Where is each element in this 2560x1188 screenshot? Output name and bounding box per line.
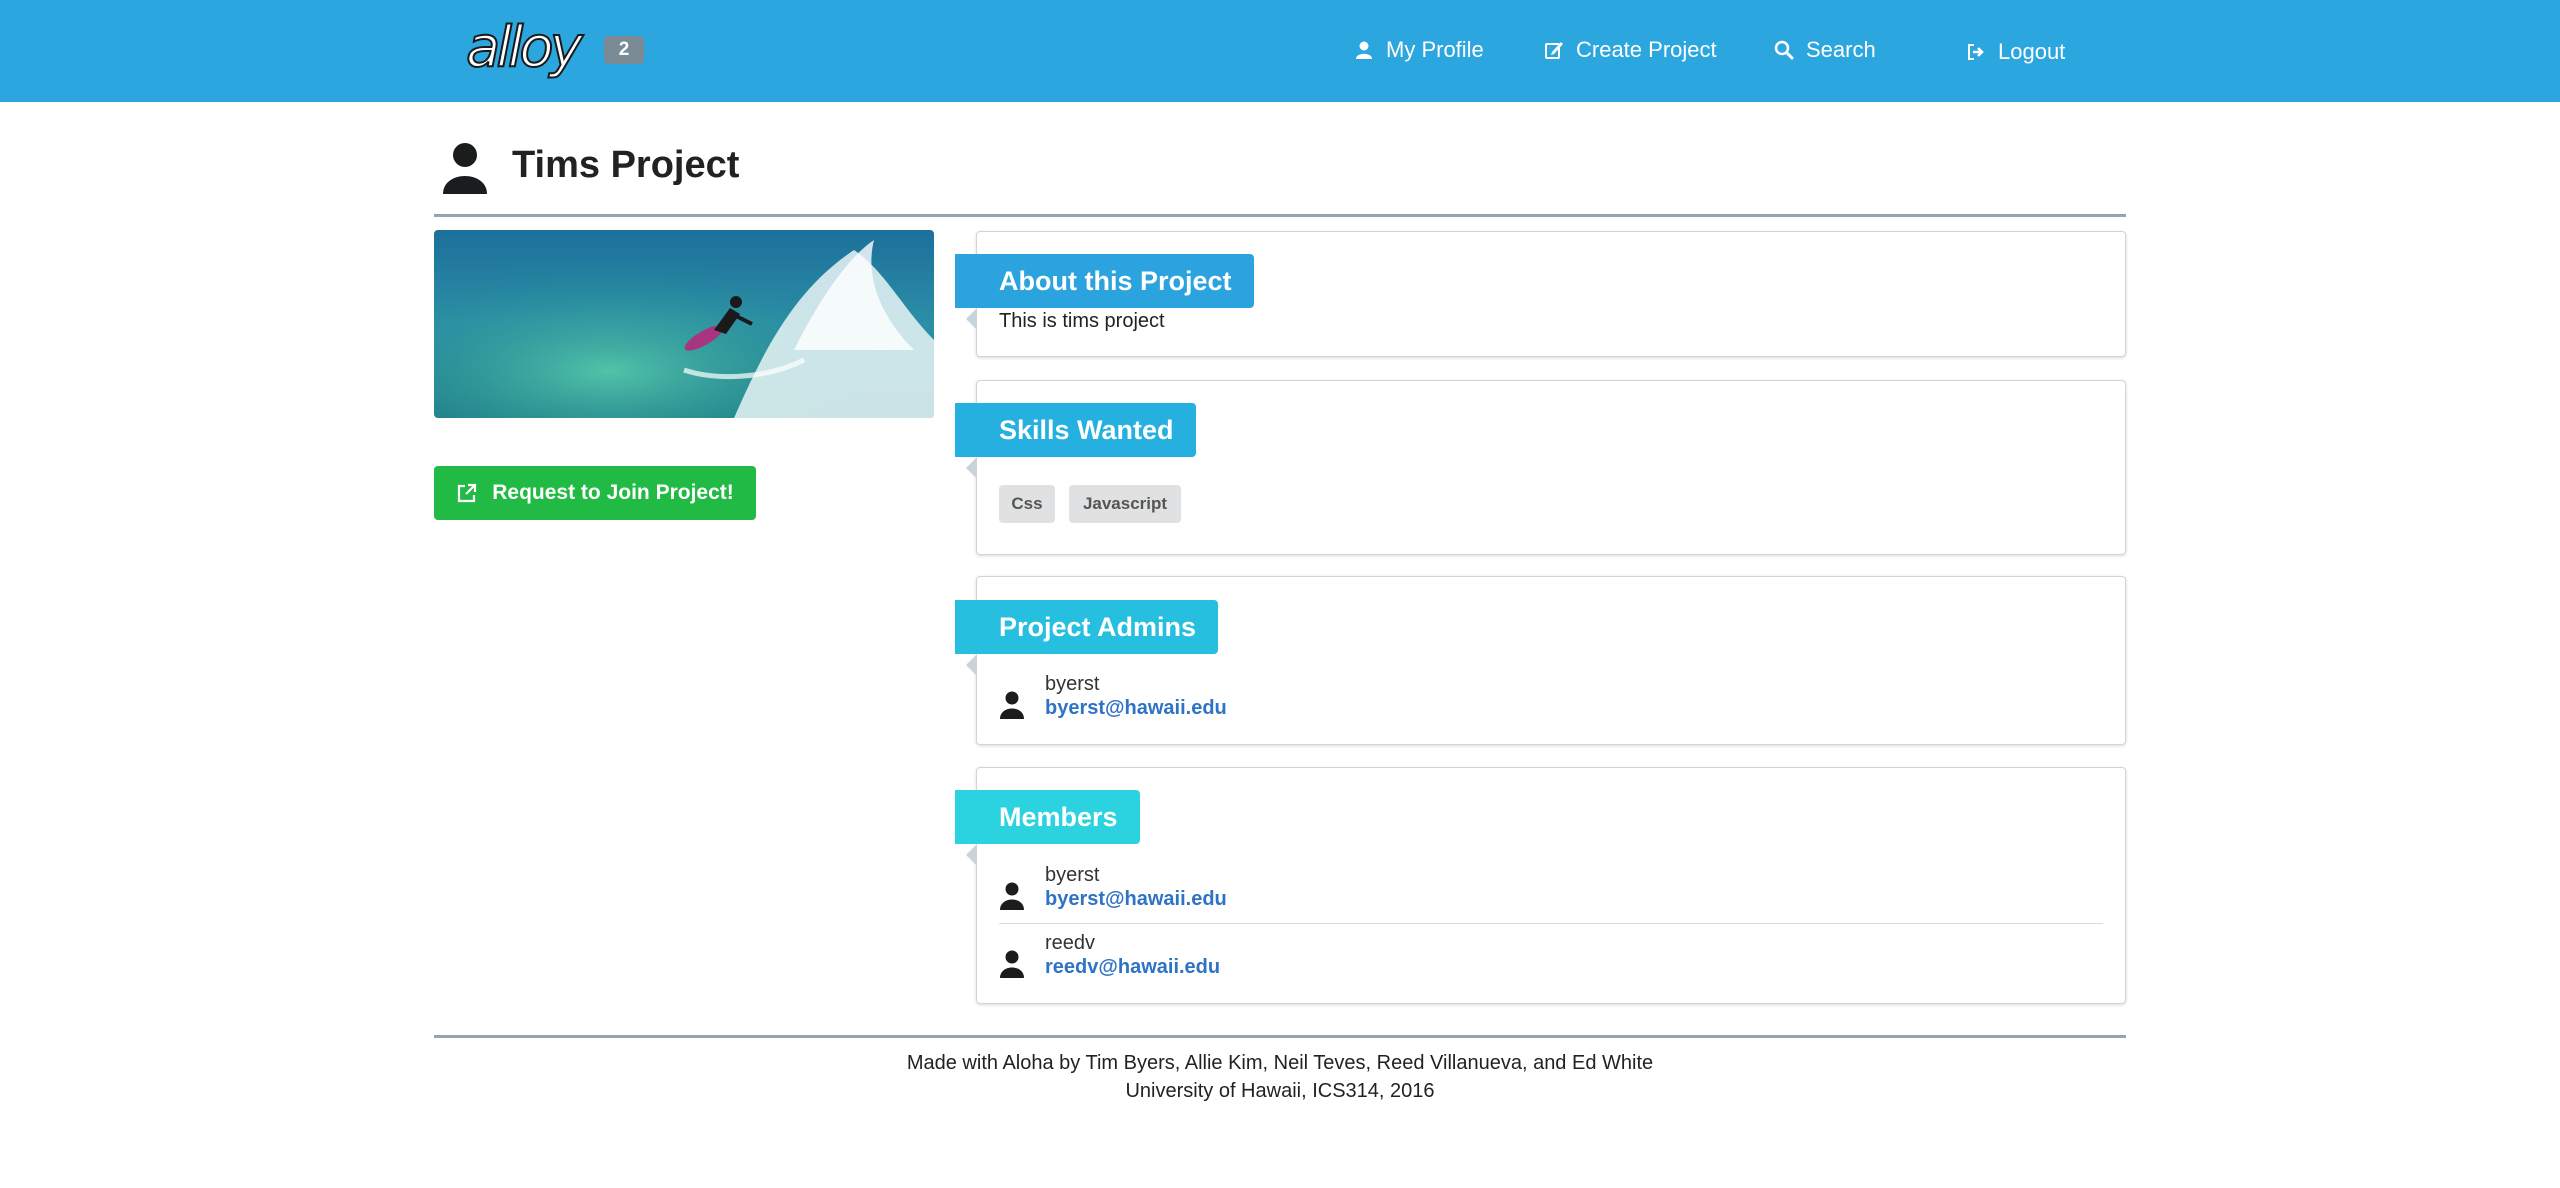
user-icon <box>999 691 1025 719</box>
member-divider <box>999 923 2103 924</box>
members-section: Members byerst byerst@hawaii.edu reedv r… <box>955 767 2126 1004</box>
footer-divider <box>434 1035 2126 1038</box>
about-text: This is tims project <box>999 310 1165 332</box>
user-icon <box>440 142 490 194</box>
alloy-logo[interactable]: alloy <box>462 12 589 84</box>
member-item: reedv reedv@hawaii.edu <box>999 932 1599 988</box>
nav-logout-label: Logout <box>1998 39 2066 64</box>
external-link-icon <box>456 482 478 504</box>
svg-text:alloy: alloy <box>466 15 584 80</box>
nav-create-project[interactable]: Create Project <box>1544 32 1717 68</box>
top-navbar: alloy 2 My Profile Create Project Search… <box>0 0 2560 102</box>
members-ribbon: Members <box>955 790 1140 866</box>
member-email-link[interactable]: reedv@hawaii.edu <box>1045 956 1220 979</box>
skill-label: Javascript <box>1069 485 1181 523</box>
admins-section: Project Admins byerst byerst@hawaii.edu <box>955 576 2126 745</box>
member-name: reedv <box>1045 932 1096 954</box>
nav-my-profile[interactable]: My Profile <box>1354 32 1484 68</box>
skills-section: Skills Wanted Css Javascript <box>955 380 2126 555</box>
sign-out-icon <box>1966 42 1986 62</box>
member-item: byerst byerst@hawaii.edu <box>999 864 1599 920</box>
skill-label: Css <box>999 485 1055 523</box>
skills-ribbon: Skills Wanted <box>955 403 1196 479</box>
member-name: byerst <box>1045 864 1100 886</box>
request-to-join-label: Request to Join Project! <box>492 481 734 504</box>
admin-email-link[interactable]: byerst@hawaii.edu <box>1045 697 1227 720</box>
ribbon-fold <box>955 654 977 676</box>
user-icon <box>999 950 1025 978</box>
skills-heading: Skills Wanted <box>999 414 1174 445</box>
admin-name: byerst <box>1045 673 1100 695</box>
project-image <box>434 230 934 418</box>
about-section: About this Project This is tims project <box>955 231 2126 357</box>
about-heading: About this Project <box>999 265 1232 296</box>
ribbon-fold <box>955 457 977 479</box>
nav-my-profile-label: My Profile <box>1386 37 1484 62</box>
about-ribbon: About this Project <box>955 254 1254 330</box>
nav-logout[interactable]: Logout <box>1966 34 2065 70</box>
divider <box>434 214 2126 217</box>
admin-item: byerst byerst@hawaii.edu <box>999 673 1599 729</box>
page-title: Tims Project <box>512 144 740 186</box>
members-heading: Members <box>999 801 1118 832</box>
admins-heading: Project Admins <box>999 611 1197 642</box>
request-to-join-button[interactable]: Request to Join Project! <box>434 466 756 520</box>
ribbon-fold <box>955 308 977 330</box>
footer-credits: Made with Aloha by Tim Byers, Allie Kim,… <box>906 1052 1654 1074</box>
ribbon-fold <box>955 844 977 866</box>
admins-ribbon: Project Admins <box>955 600 1219 676</box>
user-icon <box>999 882 1025 910</box>
nav-search-label: Search <box>1806 37 1876 62</box>
member-email-link[interactable]: byerst@hawaii.edu <box>1045 888 1227 911</box>
edit-icon <box>1544 40 1564 60</box>
search-icon <box>1774 40 1794 60</box>
nav-search[interactable]: Search <box>1774 32 1876 68</box>
notification-badge[interactable]: 2 <box>604 36 644 64</box>
user-icon <box>1354 40 1374 60</box>
nav-create-project-label: Create Project <box>1576 37 1717 62</box>
footer-university: University of Hawaii, ICS314, 2016 <box>1125 1080 1435 1102</box>
